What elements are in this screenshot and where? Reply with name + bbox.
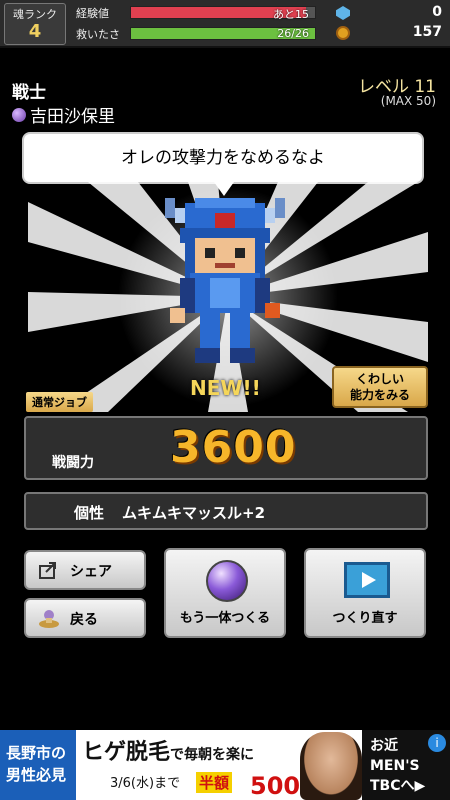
ad-right-line3: TBCへ▶ (370, 778, 426, 794)
exp-text: あと15 (273, 8, 309, 21)
back-label: 戻る (70, 612, 98, 628)
crystal-count: 0 (432, 4, 442, 20)
meter-group: 経験値 あと15 救いたさ 26/26 (74, 4, 326, 44)
owner-name: 吉田沙保里 (12, 102, 115, 127)
rescue-label: 救いたさ (76, 28, 120, 41)
purple-orb-icon (206, 560, 248, 602)
ad-left-line2: 男性必見 (6, 766, 67, 784)
exp-label: 経験値 (76, 7, 109, 20)
ad-half-badge: 半額 (196, 772, 233, 793)
ad-date: 3/6(水)まで (110, 776, 181, 791)
coin-count: 157 (412, 24, 442, 40)
job-title: 戦士 (12, 83, 46, 103)
remake-button[interactable]: つくり直す (304, 548, 426, 638)
trait-label: 個性 (74, 504, 105, 522)
combat-power-value: 3600 (170, 422, 297, 473)
make-another-button[interactable]: もう一体つくる (164, 548, 286, 638)
play-video-icon (344, 562, 390, 598)
crystal-icon (336, 6, 350, 20)
combat-power-label: 戦闘力 (52, 455, 94, 471)
soul-rank: 魂ランク 4 (4, 3, 66, 45)
trait-value: ムキムキマッスル+2 (122, 504, 266, 522)
soul-rank-value: 4 (28, 21, 42, 42)
ad-banner[interactable]: 長野市の 男性必見 ヒゲ脱毛で毎朝を楽に 3/6(水)まで 半額 500円 お近… (0, 730, 450, 800)
ad-headline-small: で毎朝を楽に (170, 747, 255, 763)
coin-icon (336, 26, 350, 40)
exp-track: あと15 (130, 6, 316, 21)
detail-button-line2: 能力をみる (349, 388, 410, 402)
ad-headline-main: ヒゲ脱毛 (82, 740, 171, 765)
new-badge: NEW!! (190, 376, 261, 400)
back-button[interactable]: 戻る (24, 598, 146, 638)
share-icon (39, 562, 56, 579)
rescue-meter: 救いたさ 26/26 (74, 25, 326, 43)
trait-panel: 個性 ムキムキマッスル+2 (24, 492, 428, 530)
remake-label: つくり直す (332, 611, 398, 626)
ad-left-panel: 長野市の 男性必見 (0, 730, 76, 800)
ad-headline: ヒゲ脱毛で毎朝を楽に (82, 734, 254, 766)
level-max-text: (MAX 50) (380, 94, 436, 108)
soul-rank-label: 魂ランク (13, 8, 57, 21)
rescue-track: 26/26 (130, 27, 316, 40)
job-type-tag: 通常ジョブ (26, 392, 93, 412)
speech-bubble: オレの攻撃力をなめるなよ (22, 132, 424, 184)
orb-icon (12, 107, 26, 122)
detail-abilities-button[interactable]: くわしい 能力をみる (332, 366, 428, 408)
info-icon[interactable]: i (428, 734, 446, 752)
share-label: シェア (70, 564, 112, 580)
character-icon (39, 610, 59, 628)
share-button[interactable]: シェア (24, 550, 146, 590)
rescue-text: 26/26 (277, 27, 309, 40)
ad-model-photo (300, 732, 362, 800)
owner-name-text: 吉田沙保里 (30, 107, 115, 127)
exp-meter: 経験値 あと15 (74, 4, 326, 22)
combat-power-panel: 戦闘力 3600 (24, 416, 428, 480)
make-another-label: もう一体つくる (179, 611, 271, 626)
status-bar: 魂ランク 4 経験値 あと15 救いたさ 26/26 0 157 (0, 0, 450, 48)
warrior-sprite (165, 198, 285, 363)
detail-button-line1: くわしい (355, 372, 404, 386)
ad-right-line2: MEN'S (370, 758, 420, 774)
ad-left-line1: 長野市の (6, 744, 67, 762)
